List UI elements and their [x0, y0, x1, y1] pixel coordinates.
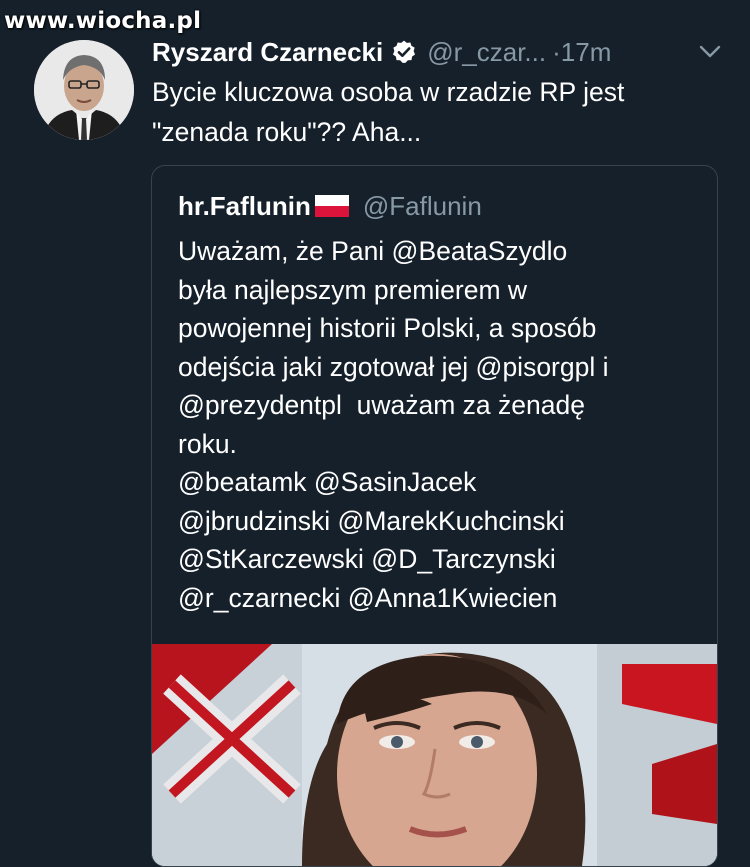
- tweet-header: Ryszard Czarnecki @r_czar... · 17m: [152, 32, 730, 72]
- tweet-timestamp[interactable]: 17m: [561, 37, 612, 68]
- chevron-down-icon[interactable]: [698, 42, 722, 62]
- quoted-text-line: odejścia jaki zgotował jej @pisorgpl i: [178, 351, 609, 382]
- quoted-tweet-header: hr.Faflunin @Faflunin: [178, 188, 482, 224]
- quoted-author-name[interactable]: hr.Faflunin: [178, 191, 311, 222]
- quoted-text-line: roku.: [178, 428, 237, 459]
- tweet-text-line: "zenada roku"?? Aha...: [152, 117, 422, 147]
- poland-flag-icon: [314, 195, 349, 217]
- tweet-text: Bycie kluczowa osoba w rzadzie RP jest "…: [152, 72, 732, 152]
- quoted-text-line: @prezydentpl uważam za żenadę: [178, 390, 585, 420]
- quoted-tweet-card[interactable]: hr.Faflunin @Faflunin Uważam, że Pani @B…: [151, 165, 718, 867]
- author-avatar[interactable]: [34, 40, 134, 140]
- quoted-text-line: była najlepszym premierem w: [178, 274, 528, 305]
- quoted-text-line: @r_czarnecki @Anna1Kwiecien: [178, 582, 558, 613]
- watermark: www.wiocha.pl: [4, 8, 202, 34]
- quoted-author-handle[interactable]: @Faflunin: [363, 191, 482, 222]
- quoted-text-line: powojennej historii Polski, a sposób: [178, 313, 597, 343]
- avatar-photo: [34, 40, 134, 140]
- quoted-text-line: @jbrudzinski @MarekKuchcinski: [178, 505, 565, 536]
- quoted-tweet-text: Uważam, że Pani @BeataSzydlo była najlep…: [178, 232, 708, 617]
- quoted-text-line: @StKarczewski @D_Tarczynski: [178, 544, 556, 574]
- separator-dot: ·: [552, 36, 561, 67]
- tweet-text-line: Bycie kluczowa osoba w rzadzie RP jest: [152, 77, 625, 107]
- quoted-text-line: @beatamk @SasinJacek: [178, 467, 477, 497]
- author-name[interactable]: Ryszard Czarnecki: [152, 37, 383, 68]
- author-handle[interactable]: @r_czar...: [427, 37, 546, 68]
- verified-badge-icon: [391, 39, 417, 65]
- quoted-text-line: Uważam, że Pani @BeataSzydlo: [178, 236, 568, 266]
